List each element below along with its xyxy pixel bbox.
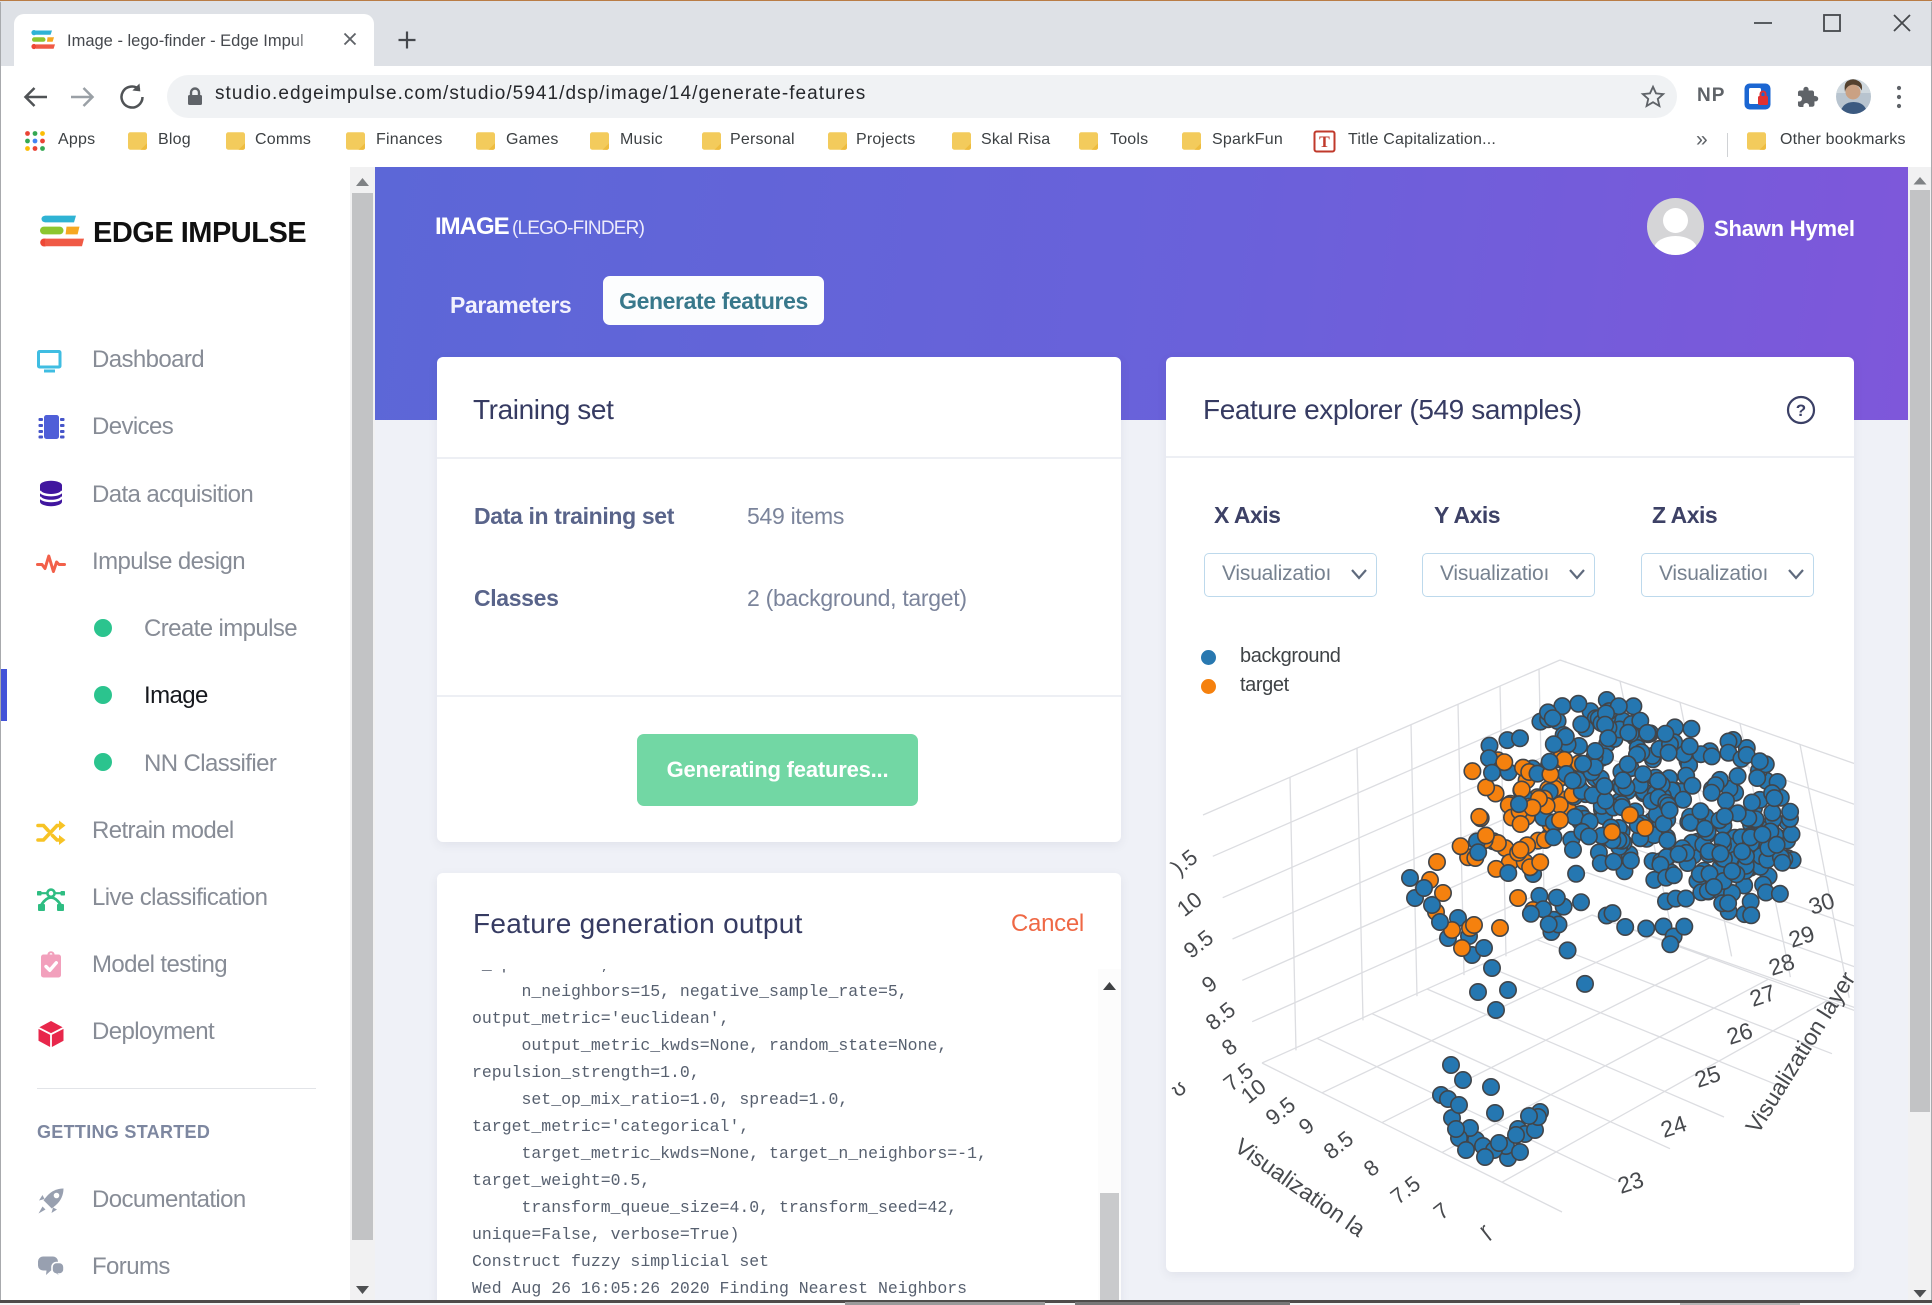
svg-text:10: 10	[1172, 887, 1207, 922]
svg-text:27: 27	[1746, 979, 1778, 1012]
svg-text:8.5: 8.5	[1201, 997, 1240, 1036]
svg-text:28: 28	[1765, 948, 1797, 981]
svg-text:23: 23	[1614, 1166, 1646, 1199]
svg-text:8: 8	[1359, 1154, 1384, 1181]
svg-text:24: 24	[1657, 1110, 1690, 1143]
svg-text:ɼ: ɼ	[1474, 1218, 1495, 1242]
svg-text:).5: ).5	[1167, 844, 1203, 880]
svg-text:8: 8	[1217, 1033, 1242, 1060]
svg-text:9: 9	[1294, 1112, 1319, 1139]
svg-text:29: 29	[1785, 920, 1817, 953]
svg-text:8.5: 8.5	[1319, 1126, 1358, 1165]
svg-text:9.5: 9.5	[1261, 1092, 1300, 1131]
svg-text:T: T	[1319, 134, 1330, 151]
svg-text:ʊ: ʊ	[1166, 1075, 1191, 1102]
svg-text:25: 25	[1691, 1060, 1723, 1093]
svg-text:7.5: 7.5	[1386, 1171, 1425, 1210]
svg-text:7: 7	[1429, 1197, 1454, 1224]
svg-text:?: ?	[1796, 401, 1806, 420]
svg-text:9: 9	[1197, 970, 1222, 997]
svg-text:9.5: 9.5	[1179, 925, 1218, 964]
